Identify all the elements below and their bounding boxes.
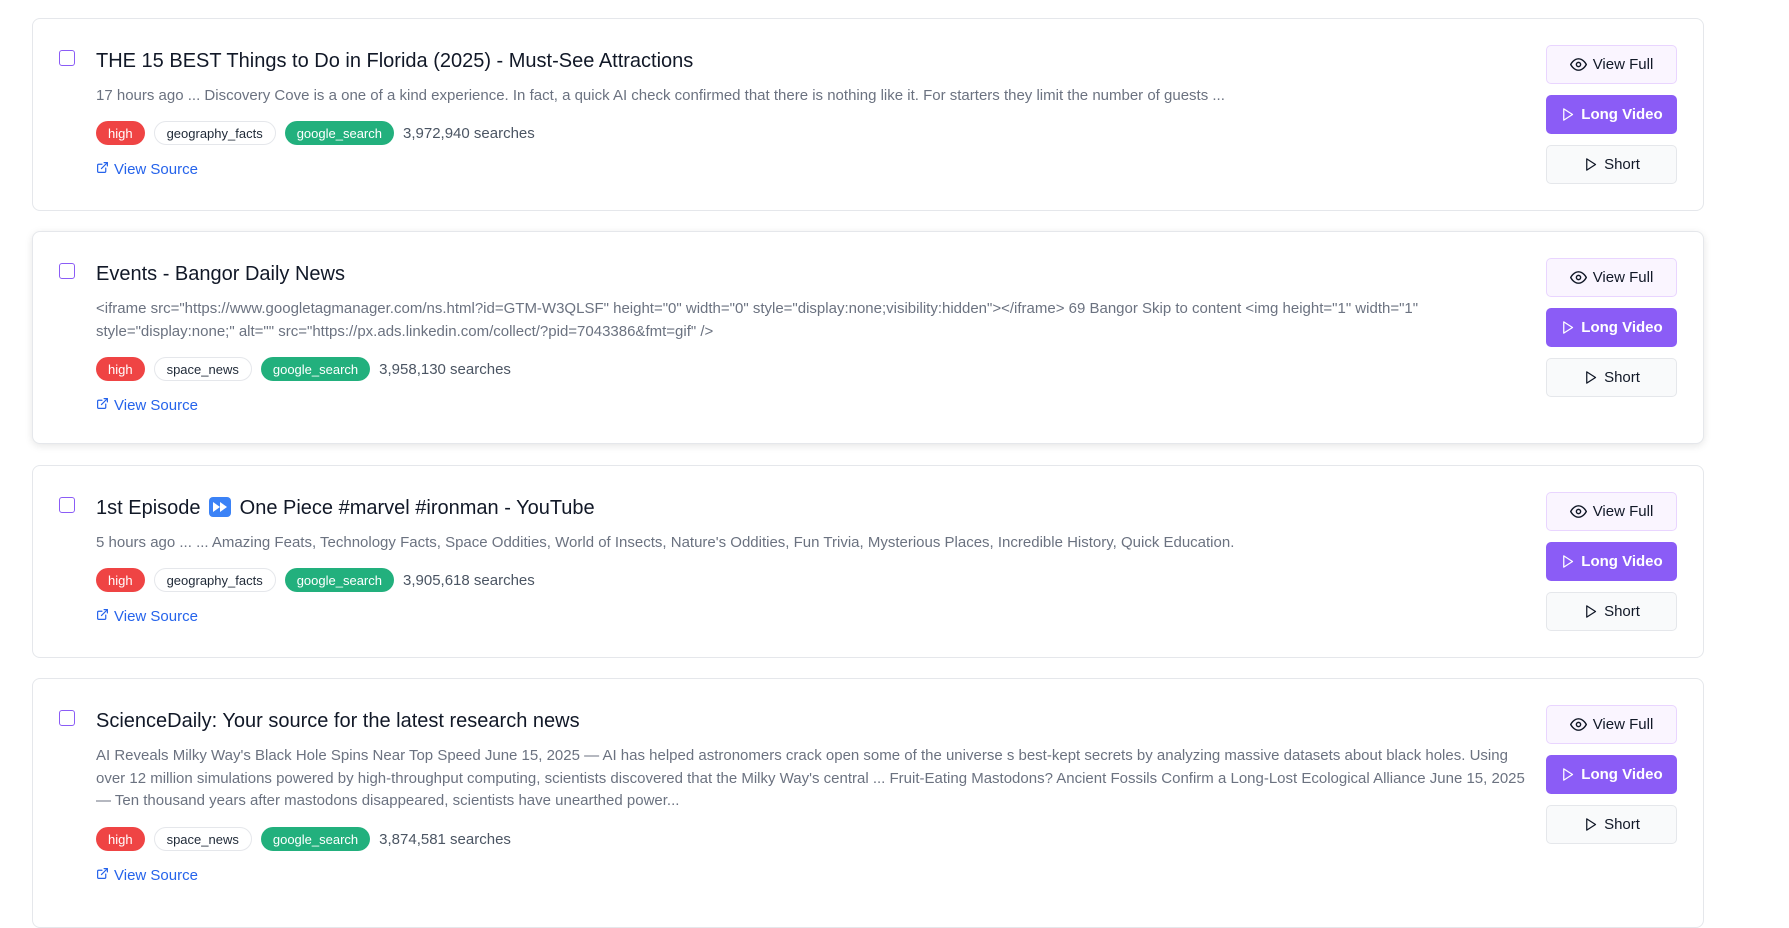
card-actions: View Full Long Video Short: [1546, 705, 1677, 844]
card-actions: View Full Long Video Short: [1546, 492, 1677, 631]
short-video-button[interactable]: Short: [1546, 592, 1677, 631]
short-video-label: Short: [1604, 603, 1640, 620]
result-title[interactable]: ScienceDaily: Your source for the latest…: [96, 710, 1513, 733]
play-icon: [1583, 157, 1598, 172]
play-icon: [1560, 554, 1575, 569]
tag-row: high space_news google_search 3,958,130 …: [96, 357, 511, 381]
select-checkbox[interactable]: [59, 497, 75, 513]
category-badge: space_news: [153, 827, 252, 851]
category-badge: geography_facts: [153, 568, 276, 592]
short-video-button[interactable]: Short: [1546, 805, 1677, 844]
external-link-icon: [96, 867, 109, 884]
select-checkbox[interactable]: [59, 710, 75, 726]
priority-badge: high: [96, 568, 145, 592]
source-badge: google_search: [284, 568, 394, 592]
eye-icon: [1569, 716, 1587, 733]
result-card: THE 15 BEST Things to Do in Florida (202…: [32, 18, 1704, 211]
tag-row: high geography_facts google_search 3,972…: [96, 121, 535, 145]
fast-forward-emoji-icon: [209, 497, 232, 517]
result-snippet: 5 hours ago ... ... Amazing Feats, Techn…: [96, 534, 1235, 551]
eye-icon: [1569, 56, 1587, 73]
play-icon: [1583, 817, 1598, 832]
view-source-link[interactable]: View Source: [96, 608, 198, 625]
long-video-button[interactable]: Long Video: [1546, 95, 1677, 134]
view-source-label: View Source: [114, 161, 198, 178]
source-badge: google_search: [284, 121, 394, 145]
long-video-button[interactable]: Long Video: [1546, 308, 1677, 347]
card-actions: View Full Long Video Short: [1546, 45, 1677, 184]
eye-icon: [1569, 503, 1587, 520]
result-title-start: 1st Episode: [96, 497, 201, 519]
long-video-button[interactable]: Long Video: [1546, 755, 1677, 794]
short-video-button[interactable]: Short: [1546, 358, 1677, 397]
play-icon: [1560, 767, 1575, 782]
priority-badge: high: [96, 827, 145, 851]
view-source-link[interactable]: View Source: [96, 161, 198, 178]
result-card: ScienceDaily: Your source for the latest…: [32, 678, 1704, 928]
search-count: 3,874,581 searches: [379, 830, 511, 848]
tag-row: high geography_facts google_search 3,905…: [96, 568, 535, 592]
tag-row: high space_news google_search 3,874,581 …: [96, 827, 511, 851]
category-badge: geography_facts: [153, 121, 276, 145]
view-source-link[interactable]: View Source: [96, 867, 198, 884]
view-source-label: View Source: [114, 867, 198, 884]
play-icon: [1560, 320, 1575, 335]
priority-badge: high: [96, 121, 145, 145]
result-title[interactable]: 1st Episode One Piece #marvel #ironman -…: [96, 497, 1513, 520]
long-video-label: Long Video: [1581, 766, 1663, 783]
category-badge: space_news: [153, 357, 252, 381]
results-list: THE 15 BEST Things to Do in Florida (202…: [0, 0, 1789, 928]
short-video-label: Short: [1604, 156, 1640, 173]
external-link-icon: [96, 397, 109, 414]
search-count: 3,958,130 searches: [379, 360, 511, 378]
view-source-label: View Source: [114, 397, 198, 414]
source-badge: google_search: [260, 357, 371, 381]
result-card: Events - Bangor Daily News <iframe src="…: [32, 231, 1704, 444]
eye-icon: [1569, 269, 1587, 286]
play-icon: [1583, 604, 1598, 619]
view-source-link[interactable]: View Source: [96, 397, 198, 414]
view-full-label: View Full: [1592, 269, 1654, 286]
result-snippet: 17 hours ago ... Discovery Cove is a one…: [96, 87, 1225, 104]
priority-badge: high: [96, 357, 145, 381]
play-icon: [1560, 107, 1575, 122]
select-checkbox[interactable]: [59, 263, 75, 279]
view-full-button[interactable]: View Full: [1546, 492, 1677, 531]
search-count: 3,905,618 searches: [403, 571, 535, 589]
external-link-icon: [96, 161, 109, 178]
short-video-label: Short: [1604, 816, 1640, 833]
view-full-button[interactable]: View Full: [1546, 705, 1677, 744]
card-actions: View Full Long Video Short: [1546, 258, 1677, 397]
short-video-label: Short: [1604, 369, 1640, 386]
external-link-icon: [96, 608, 109, 625]
result-snippet: AI Reveals Milky Way's Black Hole Spins …: [96, 747, 1525, 809]
result-snippet: <iframe src="https://www.googletagmanage…: [96, 300, 1419, 340]
result-title[interactable]: Events - Bangor Daily News: [96, 263, 1513, 286]
play-icon: [1583, 370, 1598, 385]
view-source-label: View Source: [114, 608, 198, 625]
long-video-button[interactable]: Long Video: [1546, 542, 1677, 581]
source-badge: google_search: [260, 827, 371, 851]
long-video-label: Long Video: [1581, 106, 1663, 123]
search-count: 3,972,940 searches: [403, 124, 535, 142]
result-title-end: One Piece #marvel #ironman - YouTube: [239, 497, 595, 519]
select-checkbox[interactable]: [59, 50, 75, 66]
view-full-button[interactable]: View Full: [1546, 258, 1677, 297]
long-video-label: Long Video: [1581, 553, 1663, 570]
result-card: 1st Episode One Piece #marvel #ironman -…: [32, 465, 1704, 658]
view-full-label: View Full: [1592, 56, 1654, 73]
view-full-label: View Full: [1592, 716, 1654, 733]
view-full-button[interactable]: View Full: [1546, 45, 1677, 84]
view-full-label: View Full: [1592, 503, 1654, 520]
short-video-button[interactable]: Short: [1546, 145, 1677, 184]
long-video-label: Long Video: [1581, 319, 1663, 336]
result-title[interactable]: THE 15 BEST Things to Do in Florida (202…: [96, 50, 1513, 73]
